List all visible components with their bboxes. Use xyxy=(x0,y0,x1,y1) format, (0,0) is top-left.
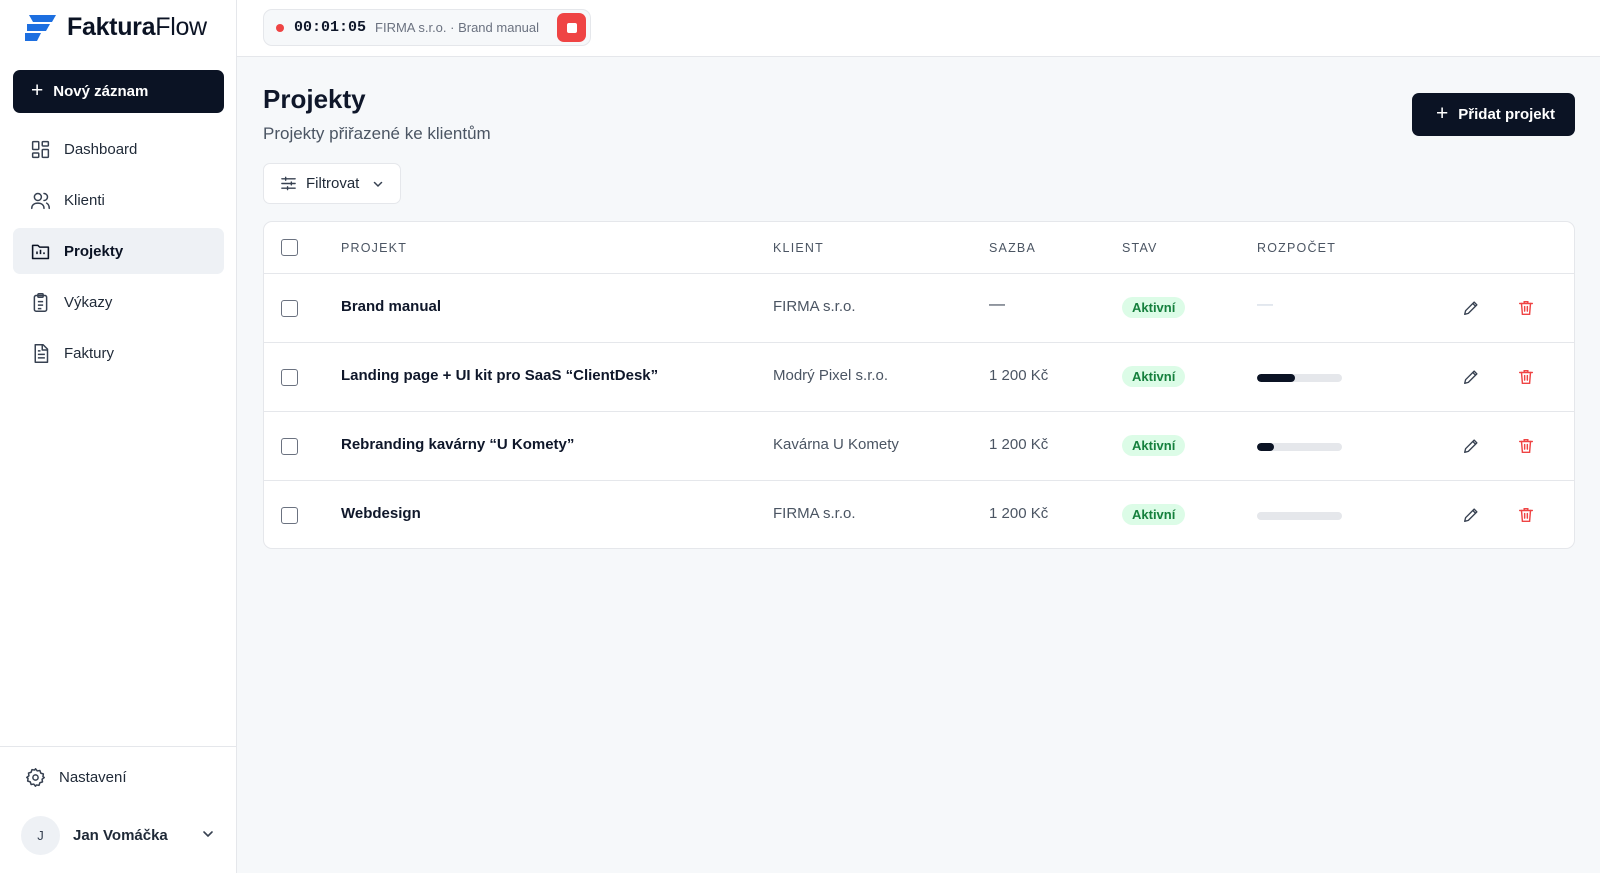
status-badge-label: Aktivní xyxy=(1122,435,1186,456)
add-project-label: Přidat projekt xyxy=(1458,106,1555,123)
add-project-button[interactable]: + Přidat projekt xyxy=(1412,93,1575,136)
column-header-rate[interactable]: SAZBA xyxy=(989,241,1036,255)
stop-icon xyxy=(566,22,577,33)
client-name: Kavárna U Komety xyxy=(773,436,899,453)
sidebar-item-label: Projekty xyxy=(64,242,124,260)
sidebar-footer: Nastavení J Jan Vomáčka xyxy=(0,746,236,855)
new-entry-label: Nový záznam xyxy=(53,83,149,100)
settings-link[interactable]: Nastavení xyxy=(25,767,127,788)
status-badge: Aktivní xyxy=(1122,297,1186,318)
project-name[interactable]: Landing page + UI kit pro SaaS “ClientDe… xyxy=(341,367,658,384)
running-timer: 00:01:05 FIRMA s.r.o. · Brand manual xyxy=(263,9,591,46)
budget-progress-bar xyxy=(1257,512,1342,520)
column-header-project[interactable]: PROJEKT xyxy=(341,241,407,255)
stop-timer-button[interactable] xyxy=(557,13,586,42)
row-checkbox[interactable] xyxy=(281,300,298,317)
budget-value: — xyxy=(1257,296,1273,313)
sidebar-item-label: Dashboard xyxy=(64,140,138,158)
budget-progress-bar xyxy=(1257,443,1342,451)
filter-sliders-icon xyxy=(281,176,296,191)
sidebar-item-faktury[interactable]: Faktury xyxy=(13,330,224,376)
budget-progress-fill xyxy=(1257,443,1274,451)
users-icon xyxy=(31,192,50,209)
sidebar-nav: Dashboard Klienti Projekty Výkazy Faktur… xyxy=(13,126,224,381)
budget-progress-fill xyxy=(1257,374,1296,382)
logo-icon xyxy=(25,15,56,41)
document-icon xyxy=(34,343,49,363)
sidebar-item-label: Výkazy xyxy=(64,293,113,311)
brand-name-bold: Faktura xyxy=(67,12,156,41)
status-badge-label: Aktivní xyxy=(1122,504,1186,525)
recording-dot-icon xyxy=(276,23,284,32)
rate-value: — xyxy=(989,296,1005,313)
sidebar-item-dashboard[interactable]: Dashboard xyxy=(13,126,224,172)
status-badge: Aktivní xyxy=(1122,435,1186,456)
timer-time: 00:01:05 xyxy=(294,19,367,36)
client-name: FIRMA s.r.o. xyxy=(773,298,856,315)
pencil-icon[interactable] xyxy=(1462,299,1480,317)
sidebar-item-label: Faktury xyxy=(64,344,115,362)
client-name: Modrý Pixel s.r.o. xyxy=(773,367,889,384)
status-badge-label: Aktivní xyxy=(1122,366,1186,387)
column-header-status[interactable]: STAV xyxy=(1122,241,1158,255)
column-header-budget[interactable]: ROZPOČET xyxy=(1257,241,1336,255)
folder-icon xyxy=(31,244,50,259)
chevron-down-icon xyxy=(374,181,383,187)
table-header: PROJEKT KLIENT SAZBA STAV ROZPOČET xyxy=(264,222,1574,274)
page-title: Projekty xyxy=(263,84,366,114)
rate-value: 1 200 Kč xyxy=(989,436,1049,453)
chevron-down-icon xyxy=(203,831,213,838)
table-row[interactable]: Brand manual FIRMA s.r.o. — Aktivní — xyxy=(264,274,1574,343)
status-badge-label: Aktivní xyxy=(1122,297,1186,318)
filter-button[interactable]: Filtrovat xyxy=(263,163,401,204)
row-checkbox[interactable] xyxy=(281,369,298,386)
table-row[interactable]: Rebranding kavárny “U Komety” Kavárna U … xyxy=(264,412,1574,481)
budget-progress-bar xyxy=(1257,374,1342,382)
project-name[interactable]: Rebranding kavárny “U Komety” xyxy=(341,436,574,453)
plus-icon: + xyxy=(1436,102,1449,125)
sidebar-item-klienti[interactable]: Klienti xyxy=(13,177,224,223)
select-all-checkbox[interactable] xyxy=(281,239,298,256)
clipboard-icon xyxy=(33,292,48,312)
sidebar-item-vykazy[interactable]: Výkazy xyxy=(13,279,224,325)
trash-icon[interactable] xyxy=(1517,368,1535,386)
timer-label: FIRMA s.r.o. · Brand manual xyxy=(375,20,540,35)
table-row[interactable]: Webdesign FIRMA s.r.o. 1 200 Kč Aktivní xyxy=(264,481,1574,548)
avatar: J xyxy=(21,815,60,855)
sidebar: FakturaFlow + Nový záznam Dashboard Klie… xyxy=(0,0,237,873)
column-header-client[interactable]: KLIENT xyxy=(773,241,824,255)
sidebar-item-label: Klienti xyxy=(64,191,105,209)
trash-icon[interactable] xyxy=(1517,506,1535,524)
user-name: Jan Vomáčka xyxy=(73,826,168,844)
brand-name: FakturaFlow xyxy=(67,13,207,42)
pencil-icon[interactable] xyxy=(1462,437,1480,455)
sidebar-item-projekty[interactable]: Projekty xyxy=(13,228,224,274)
dashboard-icon xyxy=(31,140,50,158)
trash-icon[interactable] xyxy=(1517,299,1535,317)
rate-value: 1 200 Kč xyxy=(989,505,1049,522)
gear-icon xyxy=(26,768,45,787)
plus-icon: + xyxy=(31,79,44,102)
brand-name-light: Flow xyxy=(155,12,207,41)
client-name: FIRMA s.r.o. xyxy=(773,505,856,522)
brand-logo[interactable]: FakturaFlow xyxy=(23,11,207,43)
page-subtitle: Projekty přiřazené ke klientům xyxy=(263,124,491,143)
topbar: 00:01:05 FIRMA s.r.o. · Brand manual xyxy=(237,0,1600,57)
settings-label: Nastavení xyxy=(59,769,127,786)
row-checkbox[interactable] xyxy=(281,438,298,455)
new-entry-button[interactable]: + Nový záznam xyxy=(13,70,224,113)
project-name[interactable]: Webdesign xyxy=(341,505,421,522)
rate-value: 1 200 Kč xyxy=(989,367,1049,384)
pencil-icon[interactable] xyxy=(1462,506,1480,524)
pencil-icon[interactable] xyxy=(1462,368,1480,386)
trash-icon[interactable] xyxy=(1517,437,1535,455)
status-badge: Aktivní xyxy=(1122,366,1186,387)
status-badge: Aktivní xyxy=(1122,504,1186,525)
row-checkbox[interactable] xyxy=(281,507,298,524)
projects-table: PROJEKT KLIENT SAZBA STAV ROZPOČET Brand… xyxy=(263,221,1575,549)
user-menu[interactable]: J Jan Vomáčka xyxy=(21,815,221,855)
table-row[interactable]: Landing page + UI kit pro SaaS “ClientDe… xyxy=(264,343,1574,412)
filter-label: Filtrovat xyxy=(306,175,360,192)
project-name[interactable]: Brand manual xyxy=(341,298,441,315)
